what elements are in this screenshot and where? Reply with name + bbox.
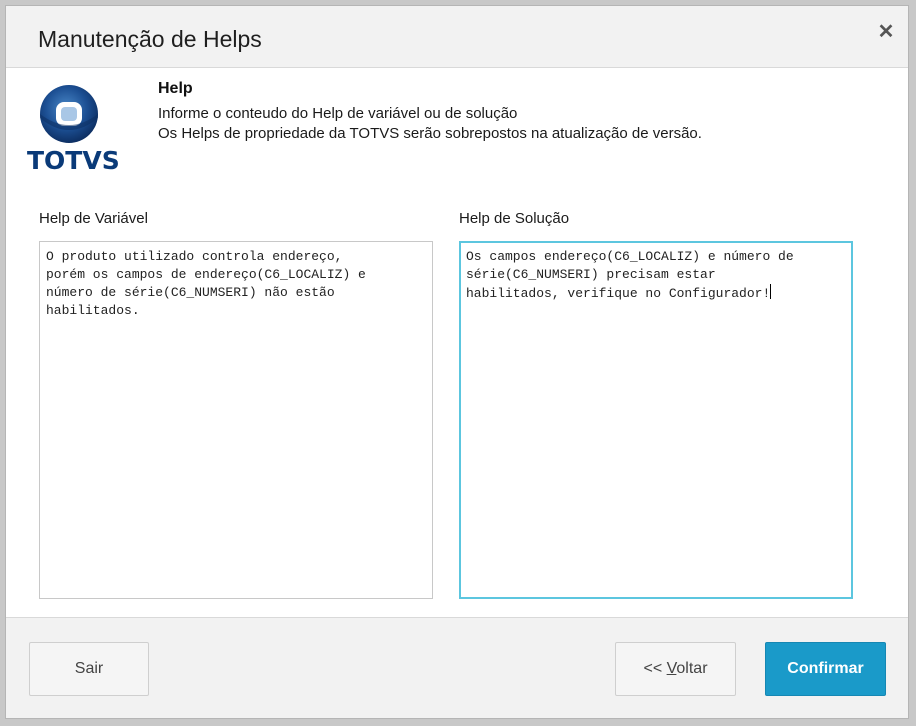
dialog-footer: Sair << Voltar Confirmar <box>6 617 908 718</box>
help-solucao-textarea[interactable]: Os campos endereço(C6_LOCALIZ) e número … <box>459 241 853 599</box>
confirmar-button-label: Confirmar <box>787 660 864 677</box>
logo-text: TOTVS <box>27 146 120 175</box>
title-bar: Manutenção de Helps ✕ <box>6 6 908 68</box>
sair-button-label: Sair <box>74 660 104 677</box>
voltar-accelerator: V <box>666 660 677 677</box>
help-heading: Help <box>158 80 193 97</box>
help-solucao-label: Help de Solução <box>459 210 570 227</box>
dialog-window: Manutenção de Helps ✕ TOTVS Help Informe… <box>5 5 909 719</box>
help-variavel-textarea[interactable]: O produto utilizado controla endereço, p… <box>39 241 433 599</box>
help-variavel-text: O produto utilizado controla endereço, p… <box>46 249 366 318</box>
text-cursor <box>770 284 772 299</box>
sair-button[interactable]: Sair <box>29 642 149 696</box>
totvs-logo-icon <box>40 85 98 143</box>
help-variavel-label: Help de Variável <box>39 210 148 227</box>
voltar-button[interactable]: << Voltar <box>615 642 736 696</box>
confirmar-button[interactable]: Confirmar <box>765 642 886 696</box>
help-description-line1: Informe o conteudo do Help de variável o… <box>158 105 518 122</box>
totvs-logo: TOTVS <box>26 84 120 175</box>
help-solucao-text: Os campos endereço(C6_LOCALIZ) e número … <box>466 249 794 301</box>
close-icon[interactable]: ✕ <box>874 20 898 44</box>
help-description-line2: Os Helps de propriedade da TOTVS serão s… <box>158 125 702 142</box>
dialog-title: Manutenção de Helps <box>38 26 262 52</box>
voltar-prefix: << <box>643 660 667 677</box>
voltar-label: oltar <box>676 660 708 677</box>
